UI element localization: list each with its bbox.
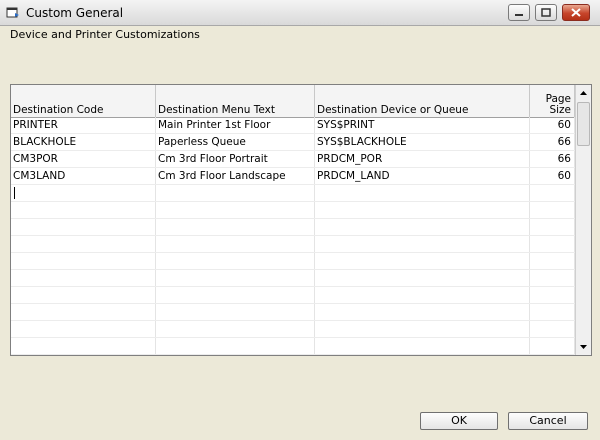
cell-menu-text[interactable]: Main Printer 1st Floor bbox=[156, 117, 315, 133]
cell-device[interactable]: PRDCM_LAND bbox=[315, 168, 530, 184]
cell-page-size[interactable]: 66 bbox=[530, 151, 575, 167]
table-row[interactable]: PRINTER Main Printer 1st Floor SYS$PRINT… bbox=[11, 117, 575, 134]
cell-code[interactable]: CM3POR bbox=[11, 151, 156, 167]
cell-device[interactable]: SYS$PRINT bbox=[315, 117, 530, 133]
close-button[interactable] bbox=[562, 4, 590, 21]
header-destination-menu-text[interactable]: Destination Menu Text bbox=[156, 85, 315, 117]
header-page-size[interactable]: Page Size bbox=[530, 85, 575, 117]
empty-row[interactable] bbox=[11, 219, 575, 236]
cell-device[interactable]: SYS$BLACKHOLE bbox=[315, 134, 530, 150]
empty-cell[interactable] bbox=[530, 185, 575, 201]
minimize-icon bbox=[515, 14, 523, 16]
header-destination-device[interactable]: Destination Device or Queue bbox=[315, 85, 530, 117]
empty-row[interactable] bbox=[11, 321, 575, 338]
cancel-button[interactable]: Cancel bbox=[508, 412, 588, 430]
cell-page-size[interactable]: 60 bbox=[530, 168, 575, 184]
table-row[interactable]: CM3LAND Cm 3rd Floor Landscape PRDCM_LAN… bbox=[11, 168, 575, 185]
arrow-down-icon bbox=[580, 345, 587, 349]
destinations-grid[interactable]: Destination Code Destination Menu Text D… bbox=[10, 84, 592, 356]
text-caret bbox=[14, 187, 15, 199]
table-row[interactable]: BLACKHOLE Paperless Queue SYS$BLACKHOLE … bbox=[11, 134, 575, 151]
empty-row[interactable] bbox=[11, 338, 575, 355]
cell-menu-text[interactable]: Cm 3rd Floor Portrait bbox=[156, 151, 315, 167]
cell-code[interactable]: PRINTER bbox=[11, 117, 156, 133]
window-title: Custom General bbox=[26, 6, 124, 20]
maximize-icon bbox=[541, 8, 551, 17]
empty-cell[interactable] bbox=[315, 185, 530, 201]
dialog-subtitle: Device and Printer Customizations bbox=[10, 28, 200, 41]
ok-button[interactable]: OK bbox=[420, 412, 498, 430]
close-icon bbox=[571, 8, 581, 17]
grid-rows: PRINTER Main Printer 1st Floor SYS$PRINT… bbox=[11, 117, 575, 355]
scroll-thumb[interactable] bbox=[577, 102, 590, 146]
table-row[interactable]: CM3POR Cm 3rd Floor Portrait PRDCM_POR 6… bbox=[11, 151, 575, 168]
cell-page-size[interactable]: 66 bbox=[530, 134, 575, 150]
cell-menu-text[interactable]: Cm 3rd Floor Landscape bbox=[156, 168, 315, 184]
header-destination-code[interactable]: Destination Code bbox=[11, 85, 156, 117]
new-entry-row[interactable] bbox=[11, 185, 575, 202]
empty-row[interactable] bbox=[11, 270, 575, 287]
title-bar: Custom General bbox=[0, 0, 600, 26]
vertical-scrollbar[interactable] bbox=[575, 85, 591, 355]
cell-code[interactable]: CM3LAND bbox=[11, 168, 156, 184]
empty-row[interactable] bbox=[11, 236, 575, 253]
minimize-button[interactable] bbox=[508, 4, 530, 21]
grid-header: Destination Code Destination Menu Text D… bbox=[11, 85, 575, 118]
scroll-down-button[interactable] bbox=[576, 339, 591, 355]
cell-device[interactable]: PRDCM_POR bbox=[315, 151, 530, 167]
empty-row[interactable] bbox=[11, 304, 575, 321]
arrow-up-icon bbox=[580, 91, 587, 95]
cell-code[interactable]: BLACKHOLE bbox=[11, 134, 156, 150]
empty-cell[interactable] bbox=[156, 185, 315, 201]
new-entry-code-cell[interactable] bbox=[11, 185, 156, 201]
maximize-button[interactable] bbox=[535, 4, 557, 21]
empty-row[interactable] bbox=[11, 202, 575, 219]
app-icon bbox=[6, 7, 19, 18]
scroll-up-button[interactable] bbox=[576, 85, 591, 101]
empty-row[interactable] bbox=[11, 287, 575, 304]
cell-page-size[interactable]: 60 bbox=[530, 117, 575, 133]
cell-menu-text[interactable]: Paperless Queue bbox=[156, 134, 315, 150]
empty-row[interactable] bbox=[11, 253, 575, 270]
